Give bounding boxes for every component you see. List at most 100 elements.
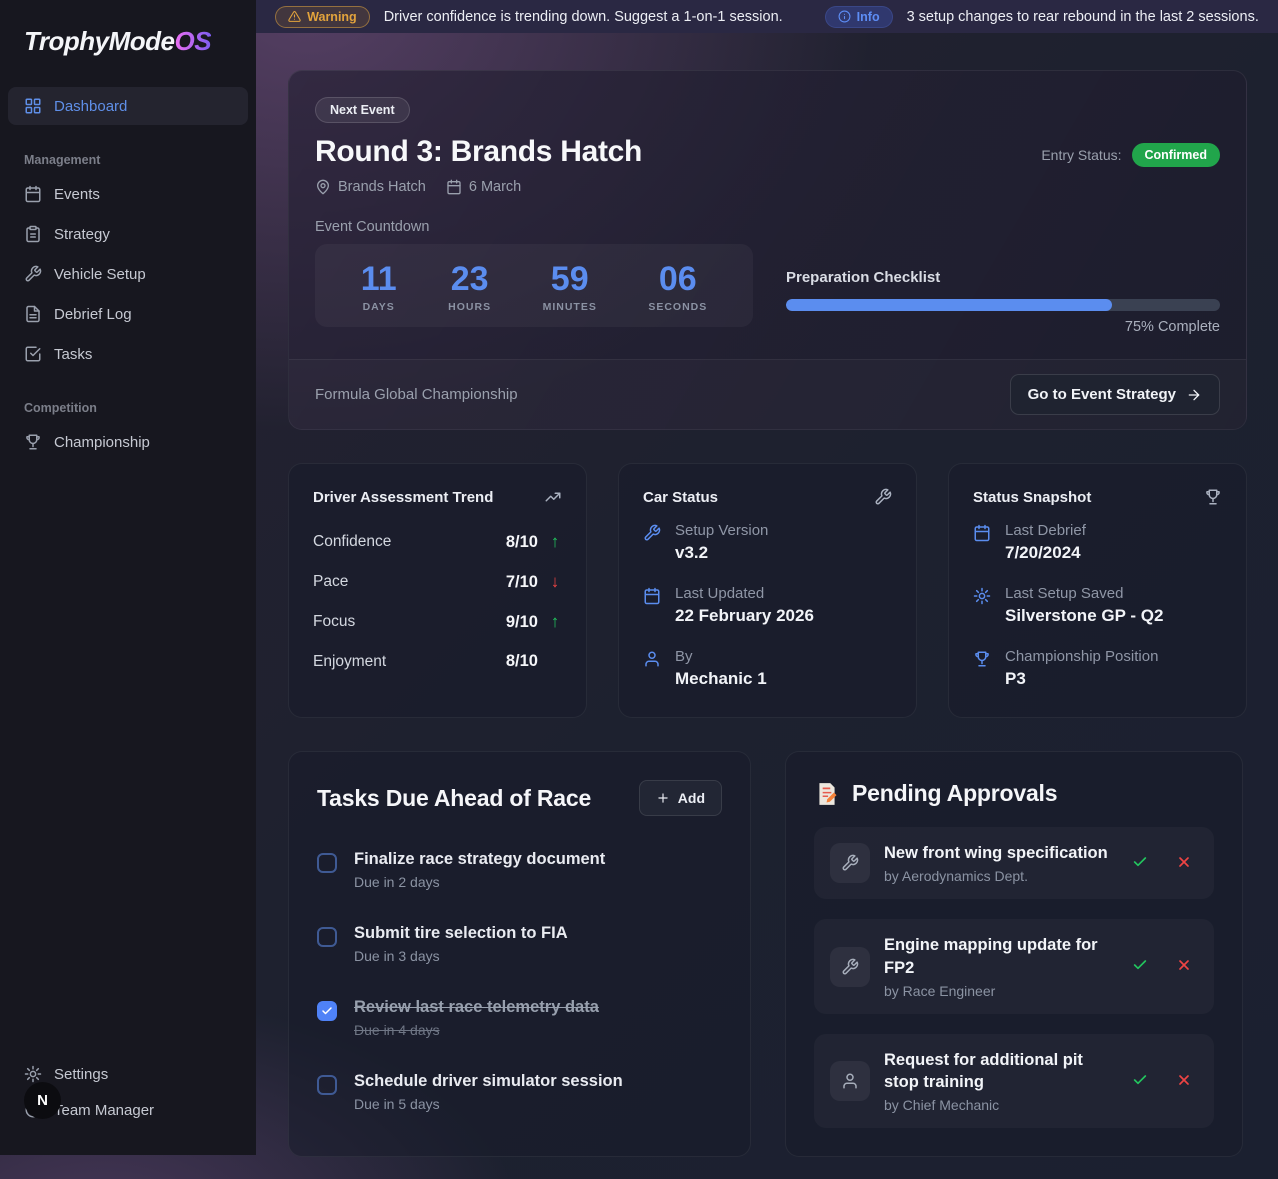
sidebar-item-label: Settings (54, 1066, 108, 1083)
championship-series-label: Formula Global Championship (315, 386, 518, 403)
warning-badge-label: Warning (307, 10, 357, 24)
countdown-value: 06 (648, 261, 707, 298)
info-label: Setup Version (675, 522, 768, 539)
reject-button[interactable] (1174, 1070, 1194, 1093)
wrench-icon (841, 958, 859, 976)
document-icon (24, 305, 42, 323)
x-icon (1176, 1072, 1192, 1088)
trophy-icon (1204, 488, 1222, 506)
sidebar-item-vehicle-setup[interactable]: Vehicle Setup (8, 255, 248, 293)
user-avatar[interactable]: N (24, 1082, 61, 1119)
task-due: Due in 5 days (354, 1096, 623, 1112)
task-checkbox[interactable] (317, 1075, 337, 1095)
task-title: Review last race telemetry data (354, 998, 599, 1017)
sidebar-item-tasks[interactable]: Tasks (8, 335, 248, 373)
approval-icon-box (830, 947, 870, 987)
countdown-seconds: 06 SECONDS (648, 261, 707, 313)
info-item: Last Debrief7/20/2024 (973, 522, 1222, 563)
check-square-icon (24, 345, 42, 363)
task-due: Due in 3 days (354, 948, 568, 964)
preparation-checklist: Preparation Checklist 75% Complete (786, 269, 1220, 335)
approve-button[interactable] (1130, 955, 1150, 978)
countdown-label: Event Countdown (315, 219, 1220, 235)
checklist-label: Preparation Checklist (786, 269, 1220, 286)
add-task-button[interactable]: Add (639, 780, 722, 816)
info-value: Mechanic 1 (675, 669, 767, 689)
sidebar-item-dashboard[interactable]: Dashboard (8, 87, 248, 125)
car-status-card: Car Status Setup Versionv3.2 Last Update… (618, 463, 917, 718)
sidebar-item-debrief-log[interactable]: Debrief Log (8, 295, 248, 333)
trend-up-icon: ↑ (548, 612, 562, 632)
calendar-icon (446, 179, 462, 195)
approve-button[interactable] (1130, 852, 1150, 875)
sidebar-item-label: Strategy (54, 226, 110, 243)
task-checkbox-checked[interactable] (317, 1001, 337, 1021)
card-title: Status Snapshot (973, 489, 1091, 506)
trophy-icon (973, 650, 991, 668)
cta-label: Go to Event Strategy (1028, 386, 1176, 403)
approval-icon-box (830, 1061, 870, 1101)
assessment-row: Enjoyment 8/10 (313, 642, 562, 681)
task-checkbox[interactable] (317, 927, 337, 947)
metric-value: 8/10 (506, 652, 538, 671)
event-date: 6 March (446, 179, 521, 195)
approval-title: New front wing specification (884, 842, 1116, 864)
trending-up-icon (544, 488, 562, 506)
driver-assessment-card: Driver Assessment Trend Confidence 8/10↑… (288, 463, 587, 718)
task-checkbox[interactable] (317, 853, 337, 873)
metric-value: 8/10 (506, 533, 538, 552)
entry-status: Entry Status: Confirmed (1041, 143, 1220, 167)
metric-value: 9/10 (506, 613, 538, 632)
next-event-card: Next Event Round 3: Brands Hatch Entry S… (288, 70, 1247, 430)
next-event-footer: Formula Global Championship Go to Event … (289, 359, 1246, 429)
info-text: 3 setup changes to rear rebound in the l… (907, 9, 1259, 25)
stats-row: Driver Assessment Trend Confidence 8/10↑… (288, 463, 1247, 718)
sidebar-item-strategy[interactable]: Strategy (8, 215, 248, 253)
sidebar-item-label: Events (54, 186, 100, 203)
sidebar-item-label: Dashboard (54, 98, 127, 115)
task-title: Finalize race strategy document (354, 850, 605, 869)
assessment-row: Pace 7/10↓ (313, 562, 562, 602)
sidebar-item-events[interactable]: Events (8, 175, 248, 213)
app-logo: TrophyModeOS (0, 0, 256, 57)
info-label: By (675, 648, 767, 665)
info-value: 22 February 2026 (675, 606, 814, 626)
memo-icon (814, 781, 840, 807)
info-label: Last Setup Saved (1005, 585, 1163, 602)
wrench-icon (24, 265, 42, 283)
countdown-unit: SECONDS (648, 301, 707, 313)
sidebar-item-championship[interactable]: Championship (8, 423, 248, 461)
gear-icon (24, 1065, 42, 1083)
go-to-event-strategy-button[interactable]: Go to Event Strategy (1010, 374, 1220, 415)
info-label: Last Updated (675, 585, 814, 602)
event-location: Brands Hatch (315, 179, 426, 195)
warning-badge: Warning (275, 6, 370, 28)
sidebar-item-label: Debrief Log (54, 306, 132, 323)
x-icon (1176, 854, 1192, 870)
info-value: 7/20/2024 (1005, 543, 1086, 563)
add-task-label: Add (678, 790, 705, 806)
countdown-minutes: 59 MINUTES (543, 261, 597, 313)
map-pin-icon (315, 179, 331, 195)
warning-triangle-icon (288, 10, 301, 23)
info-circle-icon (838, 10, 851, 23)
approve-button[interactable] (1130, 1070, 1150, 1093)
assessment-row: Confidence 8/10↑ (313, 522, 562, 562)
x-icon (1176, 957, 1192, 973)
task-row: Finalize race strategy documentDue in 2 … (317, 850, 722, 890)
countdown-unit: HOURS (448, 301, 491, 313)
app-root: TrophyModeOS Dashboard Management Events… (0, 0, 1278, 1179)
wrench-icon (874, 488, 892, 506)
tasks-title: Tasks Due Ahead of Race (317, 785, 591, 812)
reject-button[interactable] (1174, 852, 1194, 875)
approval-item: Request for additional pit stop training… (814, 1034, 1214, 1129)
check-icon (1132, 957, 1148, 973)
countdown-days: 11 DAYS (361, 261, 397, 313)
reject-button[interactable] (1174, 955, 1194, 978)
logo-accent: OS (175, 26, 212, 56)
countdown-value: 23 (448, 261, 491, 298)
metric-value: 7/10 (506, 573, 538, 592)
clipboard-icon (24, 225, 42, 243)
approval-by: by Race Engineer (884, 983, 1116, 999)
approval-by: by Aerodynamics Dept. (884, 868, 1116, 884)
